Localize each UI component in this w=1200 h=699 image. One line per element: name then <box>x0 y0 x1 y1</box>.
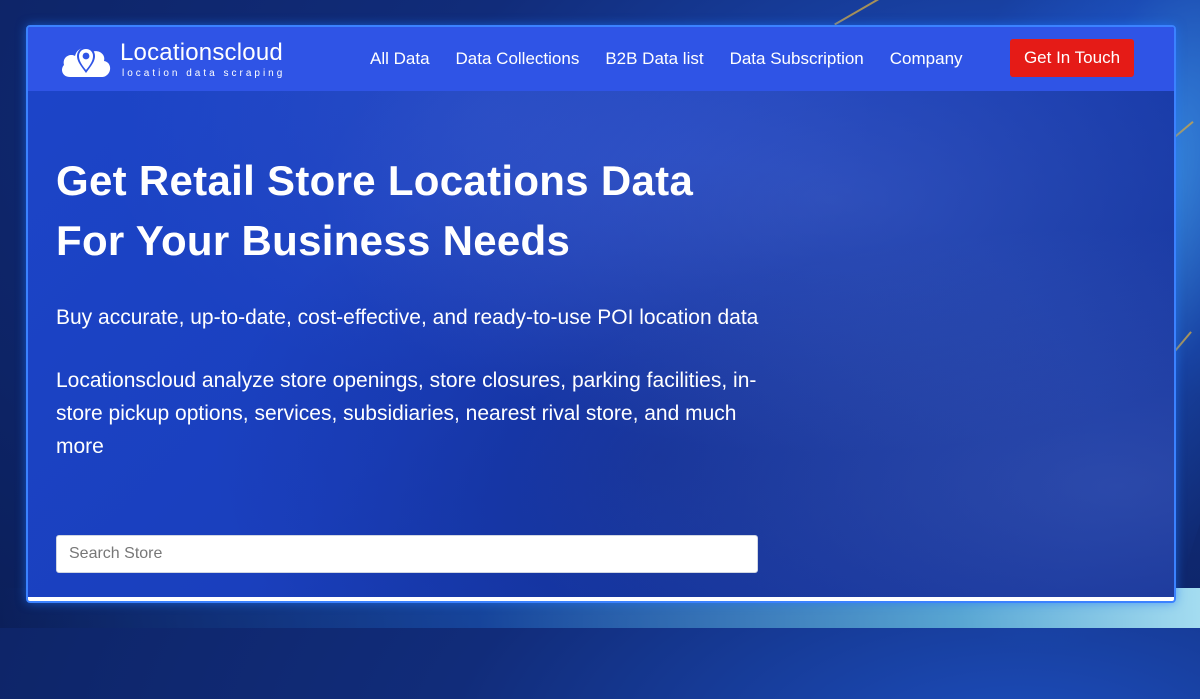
search-store-input[interactable] <box>56 535 758 573</box>
nav-data-subscription[interactable]: Data Subscription <box>730 49 864 69</box>
hero-description: Locationscloud analyze store openings, s… <box>56 369 757 458</box>
cloud-location-pin-icon <box>58 37 114 81</box>
site-header: Locationscloud location data scraping Al… <box>28 27 1174 91</box>
nav-all-data[interactable]: All Data <box>370 49 430 69</box>
brand-logo[interactable]: Locationscloud location data scraping <box>58 37 285 81</box>
background-line <box>834 0 896 26</box>
main-nav: All Data Data Collections B2B Data list … <box>370 27 989 91</box>
hero-section: Get Retail Store Locations Data For Your… <box>56 151 776 463</box>
frame-bottom-bar <box>28 597 1174 601</box>
brand-tagline: location data scraping <box>122 67 286 79</box>
get-in-touch-button[interactable]: Get In Touch <box>1010 39 1134 77</box>
brand-name: Locationscloud <box>120 38 283 66</box>
hero-subtitle: Buy accurate, up-to-date, cost-effective… <box>56 306 759 329</box>
nav-company[interactable]: Company <box>890 49 963 69</box>
nav-data-collections[interactable]: Data Collections <box>456 49 580 69</box>
browser-frame: Locationscloud location data scraping Al… <box>26 25 1176 603</box>
hero-title: Get Retail Store Locations Data For Your… <box>56 151 776 271</box>
nav-b2b-data-list[interactable]: B2B Data list <box>605 49 703 69</box>
hero-title-line1: Get Retail Store Locations Data <box>56 157 694 204</box>
hero-title-line2: For Your Business Needs <box>56 217 571 264</box>
